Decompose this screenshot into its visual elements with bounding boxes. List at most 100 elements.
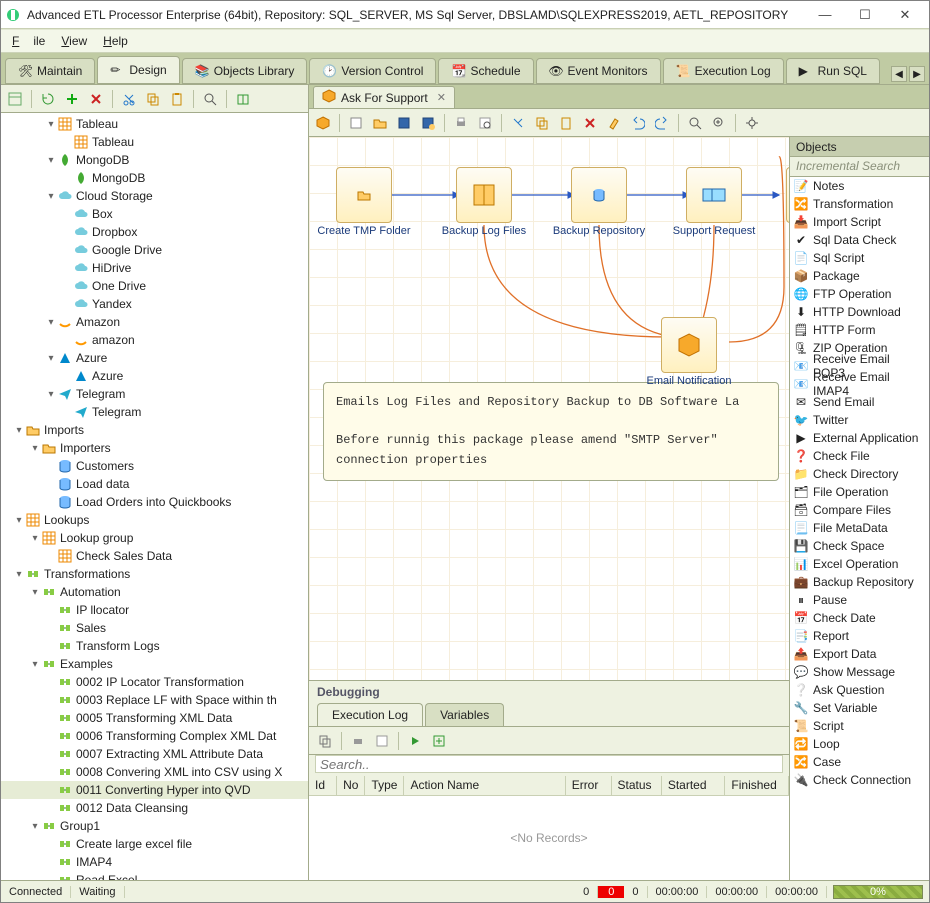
tree-node[interactable]: HiDrive: [1, 259, 308, 277]
maintab-run-sql[interactable]: ▶Run SQL: [786, 58, 880, 84]
debug-run-icon[interactable]: [405, 731, 425, 751]
debug-tab[interactable]: Execution Log: [317, 703, 423, 726]
tabstrip-scroll-right[interactable]: ▶: [909, 66, 925, 82]
play-icon[interactable]: [313, 113, 333, 133]
design-tree[interactable]: ▾TableauTableau▾MongoDBMongoDB▾Cloud Sto…: [1, 113, 308, 880]
palette-item[interactable]: ⬇HTTP Download: [790, 303, 929, 321]
palette-search[interactable]: Incremental Search: [790, 157, 929, 177]
palette-item[interactable]: 📥Import Script: [790, 213, 929, 231]
maintab-execution-log[interactable]: 📜Execution Log: [663, 58, 784, 84]
tree-node[interactable]: ▾Azure: [1, 349, 308, 367]
settings-icon[interactable]: [742, 113, 762, 133]
palette-item[interactable]: 📊Excel Operation: [790, 555, 929, 573]
flow-node[interactable]: Support Request: [669, 167, 759, 237]
tree-node[interactable]: ▾Imports: [1, 421, 308, 439]
add-icon[interactable]: [62, 89, 82, 109]
document-tab-close[interactable]: ✕: [437, 91, 446, 104]
tree-node[interactable]: ▾Lookup group: [1, 529, 308, 547]
cut2-icon[interactable]: [508, 113, 528, 133]
tree-node[interactable]: ▾Automation: [1, 583, 308, 601]
grid-column-header[interactable]: Type: [365, 776, 404, 795]
tree-twisty[interactable]: ▾: [45, 119, 57, 130]
minimize-button[interactable]: —: [805, 3, 845, 27]
tree-node[interactable]: Load Orders into Quickbooks: [1, 493, 308, 511]
debug-search-input[interactable]: [315, 755, 783, 773]
print-icon[interactable]: [451, 113, 471, 133]
tree-node[interactable]: ▾Examples: [1, 655, 308, 673]
maintab-schedule[interactable]: 📆Schedule: [438, 58, 533, 84]
cut-icon[interactable]: [119, 89, 139, 109]
palette-item[interactable]: 💼Backup Repository: [790, 573, 929, 591]
flow-node[interactable]: Backup Repository: [554, 167, 644, 237]
clean-icon[interactable]: [604, 113, 624, 133]
palette-item[interactable]: 🗒HTTP Form: [790, 321, 929, 339]
tree-node[interactable]: MongoDB: [1, 169, 308, 187]
palette-item[interactable]: 🌐FTP Operation: [790, 285, 929, 303]
tree-node[interactable]: 0008 Convering XML into CSV using X: [1, 763, 308, 781]
find2-icon[interactable]: [685, 113, 705, 133]
menu-help[interactable]: Help: [96, 31, 135, 51]
tree-node[interactable]: ▾Lookups: [1, 511, 308, 529]
tree-node[interactable]: 0012 Data Cleansing: [1, 799, 308, 817]
tree-node[interactable]: ▾Telegram: [1, 385, 308, 403]
flow-canvas[interactable]: Emails Log Files and Repository Backup t…: [309, 137, 789, 680]
palette-item[interactable]: 📅Check Date: [790, 609, 929, 627]
palette-item[interactable]: 🔌Check Connection: [790, 771, 929, 789]
tree-node[interactable]: Azure: [1, 367, 308, 385]
debug-preview-icon[interactable]: [372, 731, 392, 751]
tree-twisty[interactable]: ▾: [45, 353, 57, 364]
delete2-icon[interactable]: [580, 113, 600, 133]
document-tab[interactable]: Ask For Support ✕: [313, 86, 455, 108]
undo-icon[interactable]: [628, 113, 648, 133]
palette-item[interactable]: 🔧Set Variable: [790, 699, 929, 717]
palette-item[interactable]: 📜Script: [790, 717, 929, 735]
tree-node[interactable]: ▾Group1: [1, 817, 308, 835]
tree-node[interactable]: One Drive: [1, 277, 308, 295]
palette-item[interactable]: 🗂File Operation: [790, 483, 929, 501]
tree-twisty[interactable]: ▾: [13, 425, 25, 436]
copy-icon[interactable]: [143, 89, 163, 109]
tree-twisty[interactable]: ▾: [45, 389, 57, 400]
tree-node[interactable]: Box: [1, 205, 308, 223]
grid-column-header[interactable]: No: [337, 776, 365, 795]
tree-node[interactable]: Check Sales Data: [1, 547, 308, 565]
palette-item[interactable]: ⏸Pause: [790, 591, 929, 609]
tree-node[interactable]: IMAP4: [1, 853, 308, 871]
maximize-button[interactable]: ☐: [845, 3, 885, 27]
palette-item[interactable]: 💬Show Message: [790, 663, 929, 681]
paste2-icon[interactable]: [556, 113, 576, 133]
tree-node[interactable]: Dropbox: [1, 223, 308, 241]
copy2-icon[interactable]: [532, 113, 552, 133]
palette-item[interactable]: 📁Check Directory: [790, 465, 929, 483]
tree-node[interactable]: 0005 Transforming XML Data: [1, 709, 308, 727]
palette-item[interactable]: 📝Notes: [790, 177, 929, 195]
open-icon[interactable]: [370, 113, 390, 133]
tabstrip-scroll-left[interactable]: ◀: [891, 66, 907, 82]
palette-item[interactable]: 📃File MetaData: [790, 519, 929, 537]
tree-twisty[interactable]: ▾: [29, 587, 41, 598]
tree-node[interactable]: Tableau: [1, 133, 308, 151]
maintab-objects-library[interactable]: 📚Objects Library: [182, 58, 308, 84]
tree-node[interactable]: 0003 Replace LF with Space within th: [1, 691, 308, 709]
palette-item[interactable]: 📦Package: [790, 267, 929, 285]
maintab-design[interactable]: ✏Design: [97, 56, 179, 84]
grid-column-header[interactable]: Id: [309, 776, 337, 795]
tree-node[interactable]: 0006 Transforming Complex XML Dat: [1, 727, 308, 745]
tree-node[interactable]: Sales: [1, 619, 308, 637]
save-icon[interactable]: [394, 113, 414, 133]
to-library-icon[interactable]: [233, 89, 253, 109]
palette-item[interactable]: ✔Sql Data Check: [790, 231, 929, 249]
maintab-version-control[interactable]: 🕑Version Control: [309, 58, 436, 84]
tree-node[interactable]: Telegram: [1, 403, 308, 421]
palette-item[interactable]: 🔀Transformation: [790, 195, 929, 213]
tree-twisty[interactable]: ▾: [29, 443, 41, 454]
flow-node[interactable]: Email Notification: [644, 317, 734, 387]
tree-twisty[interactable]: ▾: [29, 533, 41, 544]
zoom-icon[interactable]: [709, 113, 729, 133]
tree-twisty[interactable]: ▾: [45, 155, 57, 166]
tree-node[interactable]: Load data: [1, 475, 308, 493]
tree-node[interactable]: Google Drive: [1, 241, 308, 259]
tree-node[interactable]: ▾Amazon: [1, 313, 308, 331]
maintab-maintain[interactable]: 🛠Maintain: [5, 58, 95, 84]
menu-view[interactable]: View: [54, 31, 94, 51]
